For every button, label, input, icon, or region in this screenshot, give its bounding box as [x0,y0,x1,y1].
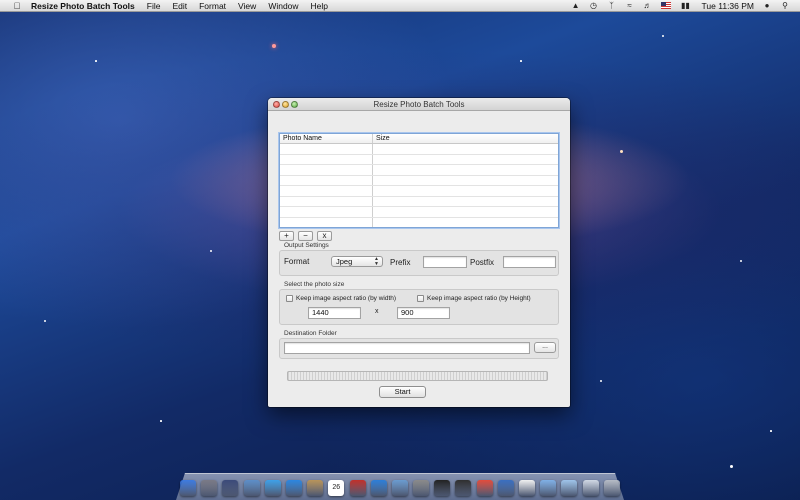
keep-ratio-height-label[interactable]: Keep image aspect ratio (by Height) [427,295,531,302]
height-input[interactable]: 900 [397,307,450,319]
table-row[interactable] [280,175,558,186]
select-arrows-icon: ▲ ▼ [374,256,379,267]
table-row[interactable] [280,144,558,155]
menu-file[interactable]: File [147,1,161,11]
documents-icon[interactable] [561,480,578,496]
itunes-icon[interactable] [370,480,387,496]
photo-booth-icon[interactable] [349,480,366,496]
keep-ratio-width-checkbox[interactable] [286,295,293,302]
window-titlebar[interactable]: Resize Photo Batch Tools [268,98,570,111]
keep-ratio-width-label[interactable]: Keep image aspect ratio (by width) [296,295,396,302]
minimize-window-icon[interactable] [282,101,289,108]
keep-ratio-height-checkbox[interactable] [417,295,424,302]
output-settings-group: Format Jpeg ▲ ▼ Prefix Postfix [279,250,559,276]
spotlight-icon[interactable]: ⚲ [780,1,790,10]
mail-icon[interactable] [582,480,599,496]
destination-folder-input[interactable] [284,342,530,354]
photo-table[interactable]: Photo Name Size [279,133,559,228]
iphoto-icon[interactable] [391,480,408,496]
table-row[interactable] [280,207,558,218]
add-photo-button[interactable]: + [279,231,294,241]
time-machine-icon[interactable]: ◷ [589,1,599,10]
preview-icon[interactable] [243,480,260,496]
menu-bar:  Resize Photo Batch Tools File Edit For… [0,0,800,12]
column-header-photo-name[interactable]: Photo Name [280,134,373,143]
menu-view[interactable]: View [238,1,256,11]
output-settings-label: Output Settings [284,242,329,249]
table-row[interactable] [280,154,558,165]
clear-photos-button[interactable]: x [317,231,332,241]
prefix-label: Prefix [390,258,411,267]
progress-bar [287,371,548,381]
menu-help[interactable]: Help [311,1,328,11]
postfix-label: Postfix [470,258,495,267]
dock-icons: 26 [180,476,620,496]
postfix-input[interactable] [503,256,556,268]
trash-icon[interactable] [603,480,620,496]
window-title: Resize Photo Batch Tools [373,100,465,109]
chrome-icon[interactable] [476,480,493,496]
remove-photo-button[interactable]: − [298,231,313,241]
photo-size-group: Keep image aspect ratio (by width) Keep … [279,289,559,325]
menu-edit[interactable]: Edit [172,1,187,11]
bluetooth-icon[interactable]: ᛉ [607,1,617,10]
menu-window[interactable]: Window [268,1,298,11]
destination-folder-group: ... [279,338,559,359]
clock[interactable]: Tue 11:36 PM [702,1,754,11]
table-header: Photo Name Size [280,134,558,144]
table-row[interactable] [280,217,558,227]
mission-control-icon[interactable] [222,480,239,496]
wifi-icon[interactable]: ≈ [625,1,635,10]
volume-icon[interactable]: ♬ [643,1,653,10]
format-label: Format [284,257,310,266]
list-buttons: + − x [279,231,336,241]
menu-format[interactable]: Format [199,1,226,11]
activity-monitor-icon[interactable] [455,480,472,496]
menu-app-name[interactable]: Resize Photo Batch Tools [31,1,135,11]
status-area: ▲ ◷ ᛉ ≈ ♬ ▮▮ Tue 11:36 PM ● ⚲ [563,0,800,12]
safari-icon[interactable] [264,480,281,496]
notification-icon[interactable]: ▲ [571,1,581,10]
dimension-separator: x [375,308,379,315]
prefix-input[interactable] [423,256,467,268]
system-preferences-icon[interactable] [413,480,430,496]
start-button[interactable]: Start [379,386,426,398]
downloads-icon[interactable] [540,480,557,496]
table-row[interactable] [280,165,558,176]
width-input[interactable]: 1440 [308,307,361,319]
terminal-icon[interactable] [434,480,451,496]
app-window: Resize Photo Batch Tools Photo Name Size… [268,98,570,407]
contacts-icon[interactable] [307,480,324,496]
browse-folder-button[interactable]: ... [534,342,556,353]
app-store-icon[interactable] [285,480,302,496]
destination-folder-label: Destination Folder [284,330,337,337]
user-icon[interactable]: ● [762,1,772,10]
us-flag-icon[interactable] [660,2,671,9]
close-window-icon[interactable] [273,101,280,108]
format-select[interactable]: Jpeg ▲ ▼ [331,256,383,267]
calendar-icon[interactable]: 26 [328,480,345,496]
apple-icon[interactable]:  [11,1,23,11]
table-row[interactable] [280,196,558,207]
battery-icon[interactable]: ▮▮ [679,1,693,10]
zoom-window-icon[interactable] [291,101,298,108]
launchpad-icon[interactable] [201,480,218,496]
photo-size-label: Select the photo size [284,281,345,288]
finder-icon[interactable] [180,480,196,496]
format-select-value: Jpeg [336,257,353,266]
table-row[interactable] [280,186,558,197]
xcode-icon[interactable] [497,480,514,496]
textedit-icon[interactable] [519,480,535,496]
column-header-size[interactable]: Size [373,134,390,143]
